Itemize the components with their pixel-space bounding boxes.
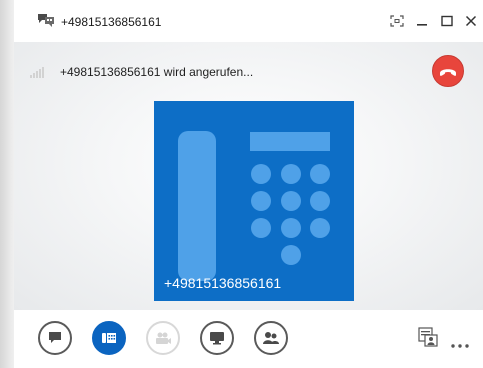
call-toolbar xyxy=(14,310,483,368)
call-status-text: +49815136856161 wird angerufen... xyxy=(60,65,254,79)
close-icon xyxy=(465,15,477,27)
maximize-button[interactable] xyxy=(436,10,458,32)
contact-tile: +49815136856161 xyxy=(154,101,354,301)
more-options-button[interactable] xyxy=(450,336,470,354)
call-controls-button[interactable] xyxy=(92,321,126,355)
minimize-button[interactable] xyxy=(411,10,433,32)
more-options-icon xyxy=(451,344,469,348)
call-window: +49815136856161 +49815136856161 wird ang… xyxy=(14,0,483,368)
window-border-left xyxy=(0,0,14,368)
signal-strength-icon xyxy=(30,66,46,78)
contact-number: +49815136856161 xyxy=(164,275,282,291)
minimize-icon xyxy=(417,24,427,26)
hang-up-button[interactable] xyxy=(432,55,464,87)
window-title: +49815136856161 xyxy=(61,15,162,29)
hang-up-icon xyxy=(440,69,456,76)
participants-icon xyxy=(263,332,279,344)
contact-card-icon xyxy=(418,327,438,347)
video-button[interactable] xyxy=(146,321,180,355)
full-screen-button[interactable] xyxy=(386,10,408,32)
im-button[interactable] xyxy=(38,321,72,355)
full-screen-icon xyxy=(390,15,404,27)
call-stage: +49815136856161 wird angerufen... +49815… xyxy=(14,42,483,310)
participants-button[interactable] xyxy=(254,321,288,355)
present-button[interactable] xyxy=(200,321,234,355)
contact-card-button[interactable] xyxy=(418,327,438,352)
video-icon xyxy=(156,332,171,344)
present-screen-icon xyxy=(210,332,224,345)
dialpad-icon xyxy=(102,333,116,343)
maximize-icon xyxy=(441,15,453,27)
close-button[interactable] xyxy=(460,10,482,32)
title-bar: +49815136856161 xyxy=(14,0,483,42)
chat-icon xyxy=(49,332,61,343)
desk-phone-icon xyxy=(178,131,330,281)
conversation-icon xyxy=(38,14,54,27)
